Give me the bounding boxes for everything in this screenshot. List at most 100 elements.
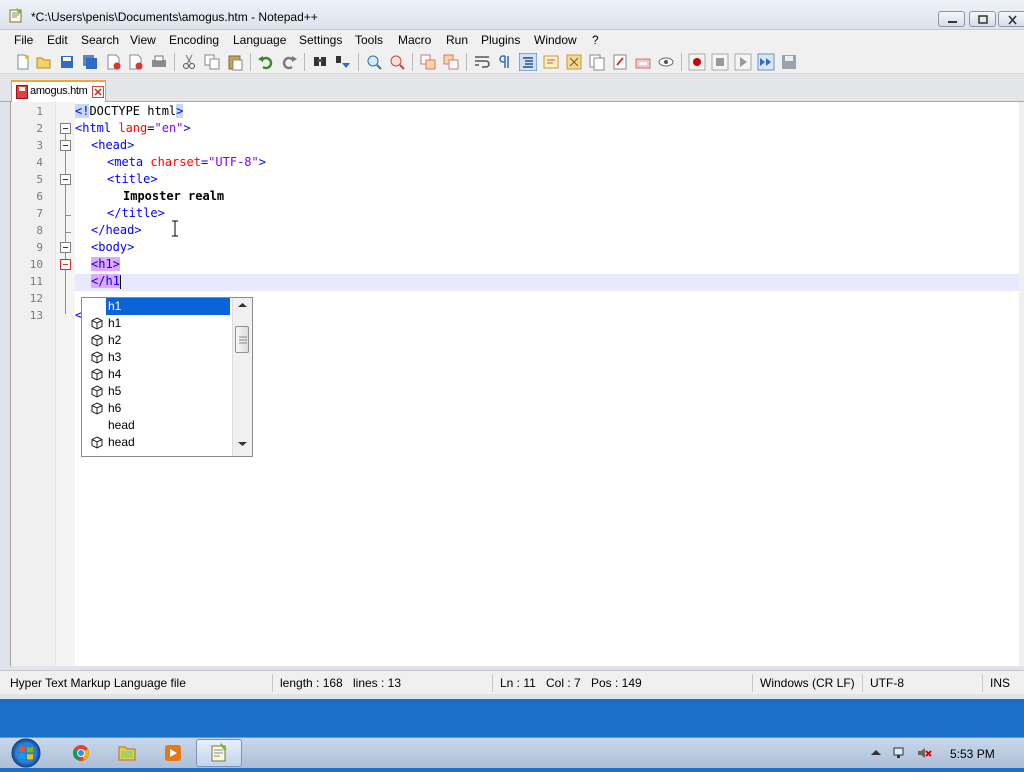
menu-edit[interactable]: Edit xyxy=(47,33,68,47)
network-icon[interactable] xyxy=(892,746,908,760)
line-number: 10 xyxy=(29,258,43,271)
print-icon[interactable] xyxy=(150,53,168,71)
menu-settings[interactable]: Settings xyxy=(299,33,342,47)
show-all-characters-icon[interactable] xyxy=(496,53,514,71)
paste-icon[interactable] xyxy=(226,53,244,71)
autocomplete-scrollbar[interactable] xyxy=(232,298,252,456)
status-eol-format[interactable]: Windows (CR LF) xyxy=(760,676,855,690)
close-all-icon[interactable] xyxy=(127,53,145,71)
tab-close-icon[interactable] xyxy=(92,86,104,98)
tab-amogus-htm[interactable]: amogus.htm xyxy=(11,80,106,102)
maximize-button[interactable] xyxy=(969,11,996,27)
code-line-2[interactable]: <html lang="en"> xyxy=(75,120,191,137)
user-language-icon[interactable] xyxy=(542,53,560,71)
start-button[interactable] xyxy=(6,738,46,768)
autocomplete-item[interactable]: h1 xyxy=(82,315,232,332)
autocomplete-item[interactable]: h1 xyxy=(82,298,232,315)
minimize-button[interactable] xyxy=(938,11,965,27)
scroll-down-arrow-icon[interactable] xyxy=(238,441,247,447)
code-line-1[interactable]: <!DOCTYPE html> xyxy=(75,103,184,120)
fold-toggle-icon[interactable] xyxy=(60,123,71,134)
autocomplete-item[interactable]: h3 xyxy=(82,349,232,366)
undo-icon[interactable] xyxy=(257,53,275,71)
code-line-10[interactable]: <h1> xyxy=(91,256,120,273)
taskbar-chrome[interactable] xyxy=(58,739,104,767)
doctype-open: <! xyxy=(75,104,90,118)
menu-macro[interactable]: Macro xyxy=(398,33,431,47)
menu-window[interactable]: Window xyxy=(534,33,577,47)
document-map-icon[interactable] xyxy=(565,53,583,71)
menu-tools[interactable]: Tools xyxy=(355,33,383,47)
autocomplete-item[interactable]: head xyxy=(82,417,232,434)
close-file-icon[interactable] xyxy=(104,53,122,71)
autocomplete-item[interactable]: h5 xyxy=(82,383,232,400)
sync-horizontal-icon[interactable] xyxy=(442,53,460,71)
menu-view[interactable]: View xyxy=(130,33,156,47)
code-line-11[interactable]: </h1 xyxy=(91,273,121,290)
code-line-7[interactable]: </title> xyxy=(107,205,165,222)
code-line-4[interactable]: <meta charset="UTF-8"> xyxy=(107,154,266,171)
menu-plugins[interactable]: Plugins xyxy=(481,33,520,47)
find-icon[interactable] xyxy=(311,53,329,71)
autocomplete-item[interactable]: h4 xyxy=(82,366,232,383)
zoom-in-icon[interactable] xyxy=(365,53,383,71)
open-file-icon[interactable] xyxy=(35,53,53,71)
menu-search[interactable]: Search xyxy=(81,33,119,47)
stop-recording-icon[interactable] xyxy=(711,53,729,71)
save-icon[interactable] xyxy=(58,53,76,71)
cut-icon[interactable] xyxy=(180,53,198,71)
autocomplete-item[interactable]: h2 xyxy=(82,332,232,349)
taskbar-notepad-plus-plus[interactable] xyxy=(196,739,242,767)
menu-file[interactable]: File xyxy=(14,33,33,47)
function-list-icon[interactable] xyxy=(588,53,606,71)
close-window-button[interactable] xyxy=(998,11,1024,27)
fold-toggle-icon[interactable] xyxy=(60,242,71,253)
replace-icon[interactable] xyxy=(334,53,352,71)
code-line-6[interactable]: Imposter realm xyxy=(123,188,224,205)
new-file-icon[interactable] xyxy=(14,53,32,71)
indent-guide-icon[interactable] xyxy=(519,53,537,71)
fold-toggle-icon[interactable] xyxy=(60,259,71,270)
menu-language[interactable]: Language xyxy=(233,33,286,47)
fold-toggle-icon[interactable] xyxy=(60,140,71,151)
copy-icon[interactable] xyxy=(203,53,221,71)
autocomplete-item[interactable]: head xyxy=(82,434,232,451)
fold-toggle-icon[interactable] xyxy=(60,174,71,185)
autocomplete-popup[interactable]: h1 h1 h2 h3 h4 h5 h6 head head xyxy=(81,297,253,457)
vertical-scrollbar[interactable] xyxy=(1019,102,1024,666)
zoom-out-icon[interactable] xyxy=(388,53,406,71)
menu-run[interactable]: Run xyxy=(446,33,468,47)
code-line-5[interactable]: <title> xyxy=(107,171,158,188)
code-line-8[interactable]: </head> xyxy=(91,222,142,239)
show-hidden-icons-icon[interactable] xyxy=(868,746,884,760)
status-encoding[interactable]: UTF-8 xyxy=(870,676,904,690)
run-macro-multiple-icon[interactable] xyxy=(757,53,775,71)
folder-workspace-icon[interactable] xyxy=(611,53,629,71)
sync-vertical-icon[interactable] xyxy=(419,53,437,71)
save-all-icon[interactable] xyxy=(81,53,99,71)
monitoring-icon[interactable] xyxy=(634,53,652,71)
play-macro-icon[interactable] xyxy=(734,53,752,71)
code-line-9[interactable]: <body> xyxy=(91,239,134,256)
title-bar[interactable]: *C:\Users\penis\Documents\amogus.htm - N… xyxy=(0,0,1024,30)
taskbar-file-explorer[interactable] xyxy=(104,739,150,767)
window-title: *C:\Users\penis\Documents\amogus.htm - N… xyxy=(31,10,318,24)
status-insert-mode[interactable]: INS xyxy=(990,676,1010,690)
redo-icon[interactable] xyxy=(280,53,298,71)
scroll-up-arrow-icon[interactable] xyxy=(238,302,247,308)
taskbar: 5:53 PM xyxy=(0,737,1024,768)
scroll-thumb[interactable] xyxy=(235,326,249,353)
eye-icon[interactable] xyxy=(657,53,675,71)
menu-encoding[interactable]: Encoding xyxy=(169,33,219,47)
volume-muted-icon[interactable] xyxy=(916,746,932,760)
save-macro-icon[interactable] xyxy=(780,53,798,71)
taskbar-clock[interactable]: 5:53 PM xyxy=(950,747,995,761)
code-line-3[interactable]: <head> xyxy=(91,137,134,154)
status-separator xyxy=(492,674,493,692)
menu-help[interactable]: ? xyxy=(592,33,599,47)
taskbar-media-player[interactable] xyxy=(150,739,196,767)
autocomplete-item[interactable]: h6 xyxy=(82,400,232,417)
word-wrap-icon[interactable] xyxy=(473,53,491,71)
record-macro-icon[interactable] xyxy=(688,53,706,71)
line-number: 4 xyxy=(36,156,43,169)
